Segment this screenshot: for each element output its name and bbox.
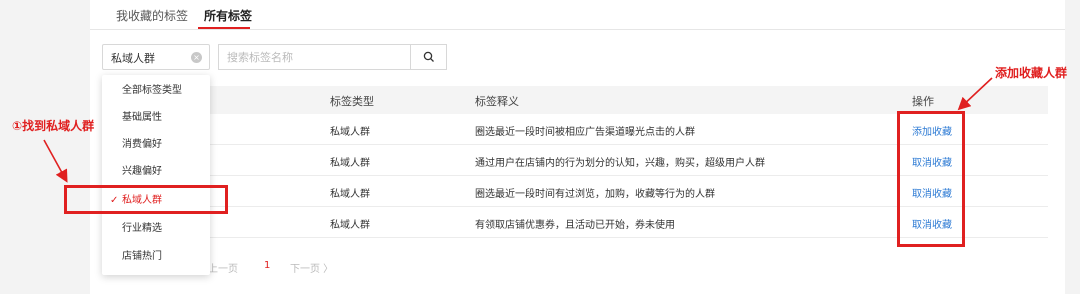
cell-tag-description: 圈选最近一段时间有过浏览，加购，收藏等行为的人群 [475, 189, 715, 200]
pagination-next[interactable]: 下一页 〉 [290, 260, 333, 275]
tab-my-favorite-tags[interactable]: 我收藏的标签 [116, 8, 188, 24]
cell-tag-type: 私域人群 [330, 127, 370, 138]
close-circle-icon[interactable]: × [191, 52, 202, 63]
header-actions: 操作 [912, 95, 934, 108]
annotation-find-private-audience: ①找到私域人群 [12, 119, 95, 133]
dropdown-option-label: 消费偏好 [122, 139, 162, 150]
cell-tag-type: 私域人群 [330, 189, 370, 200]
tag-type-select[interactable]: 私域人群 × [102, 44, 210, 70]
dropdown-option[interactable]: 消费偏好 [102, 131, 210, 158]
search-icon [423, 51, 434, 62]
tag-type-select-value: 私域人群 [111, 52, 155, 65]
header-tag-type: 标签类型 [330, 95, 374, 108]
pagination-prev[interactable]: 上一页 [208, 260, 238, 275]
search-button[interactable] [410, 44, 447, 70]
annotation-highlight-action-column [897, 111, 965, 247]
cell-tag-description: 圈选最近一段时间被相应广告渠道曝光点击的人群 [475, 127, 695, 138]
cell-tag-description: 有领取店铺优惠券，且活动已开始，券未使用 [475, 220, 675, 231]
arrow-down-to-option [43, 139, 68, 183]
cell-tag-description: 通过用户在店铺内的行为划分的认知，兴趣，购买，超级用户人群 [475, 158, 765, 169]
dropdown-option-label: 行业精选 [122, 223, 162, 234]
annotation-highlight-private-audience-option [64, 185, 228, 214]
pagination-current-page[interactable]: 1 [264, 260, 270, 271]
dropdown-option-label: 店铺热门 [122, 251, 162, 262]
annotation-add-favorite-audience: 添加收藏人群 [995, 66, 1068, 80]
dropdown-option[interactable]: 行业精选 [102, 215, 210, 242]
dropdown-option-label: 基础属性 [122, 112, 162, 123]
dropdown-option[interactable]: 兴趣偏好 [102, 158, 210, 185]
table-header: 标签类型 标签释义 操作 [102, 86, 1048, 114]
tag-type-dropdown: 全部标签类型 基础属性 消费偏好 兴趣偏好 ✓ 私域人群 行业精选 店铺热门 [102, 75, 210, 275]
active-tab-indicator [198, 27, 250, 29]
dropdown-option[interactable]: 店铺热门 [102, 243, 210, 270]
tab-all-tags[interactable]: 所有标签 [204, 8, 252, 24]
cell-tag-type: 私域人群 [330, 220, 370, 231]
tab-bar: 我收藏的标签 所有标签 [90, 0, 1065, 30]
dropdown-option-label: 兴趣偏好 [122, 166, 162, 177]
cell-tag-type: 私域人群 [330, 158, 370, 169]
dropdown-option[interactable]: 全部标签类型 [102, 77, 210, 104]
dropdown-option[interactable]: 基础属性 [102, 104, 210, 131]
dropdown-option-label: 全部标签类型 [122, 85, 182, 96]
header-tag-description: 标签释义 [475, 95, 519, 108]
search-input[interactable] [218, 44, 410, 70]
